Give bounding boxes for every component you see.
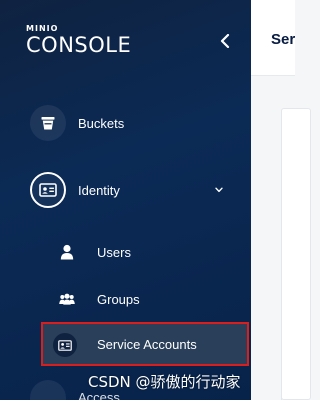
collapse-sidebar-button[interactable] <box>215 30 235 52</box>
service-account-icon <box>58 339 72 351</box>
sidebar: MINIO CONSOLE Buckets Identity Users Gro… <box>0 0 251 400</box>
service-accounts-icon-circle <box>53 333 77 357</box>
buckets-icon-circle <box>30 105 66 141</box>
sidebar-subitem-label: Groups <box>97 291 140 307</box>
logo-brand-text: MINIO <box>26 24 59 33</box>
id-card-icon <box>39 183 57 197</box>
watermark-text: CSDN @骄傲的行动家 <box>88 373 241 391</box>
page-header: Ser <box>251 0 295 76</box>
sidebar-item-label: Identity <box>78 182 120 198</box>
minio-console-logo[interactable]: MINIO CONSOLE <box>26 24 131 56</box>
access-icon-circle[interactable] <box>30 380 66 400</box>
logo-product-text: CONSOLE <box>26 33 132 57</box>
user-icon <box>58 243 76 261</box>
sidebar-subitem-users[interactable]: Users <box>0 237 251 267</box>
sidebar-item-label: Buckets <box>78 115 125 131</box>
sidebar-subitem-label: Users <box>97 244 131 260</box>
chevron-left-icon <box>220 34 230 48</box>
sidebar-item-identity[interactable]: Identity <box>0 170 251 210</box>
sidebar-subitem-label: Service Accounts <box>97 337 197 352</box>
page-title: Ser <box>271 31 296 48</box>
sidebar-subitem-service-accounts[interactable]: Service Accounts <box>41 322 249 366</box>
sidebar-item-buckets[interactable]: Buckets <box>0 103 251 143</box>
bucket-icon <box>41 117 55 130</box>
content-divider <box>281 160 311 400</box>
group-icon <box>58 290 76 308</box>
sidebar-subitem-groups[interactable]: Groups <box>0 284 251 314</box>
identity-icon-circle <box>30 172 66 208</box>
main-content: Ser <box>251 0 311 400</box>
chevron-down-icon[interactable] <box>213 184 225 196</box>
